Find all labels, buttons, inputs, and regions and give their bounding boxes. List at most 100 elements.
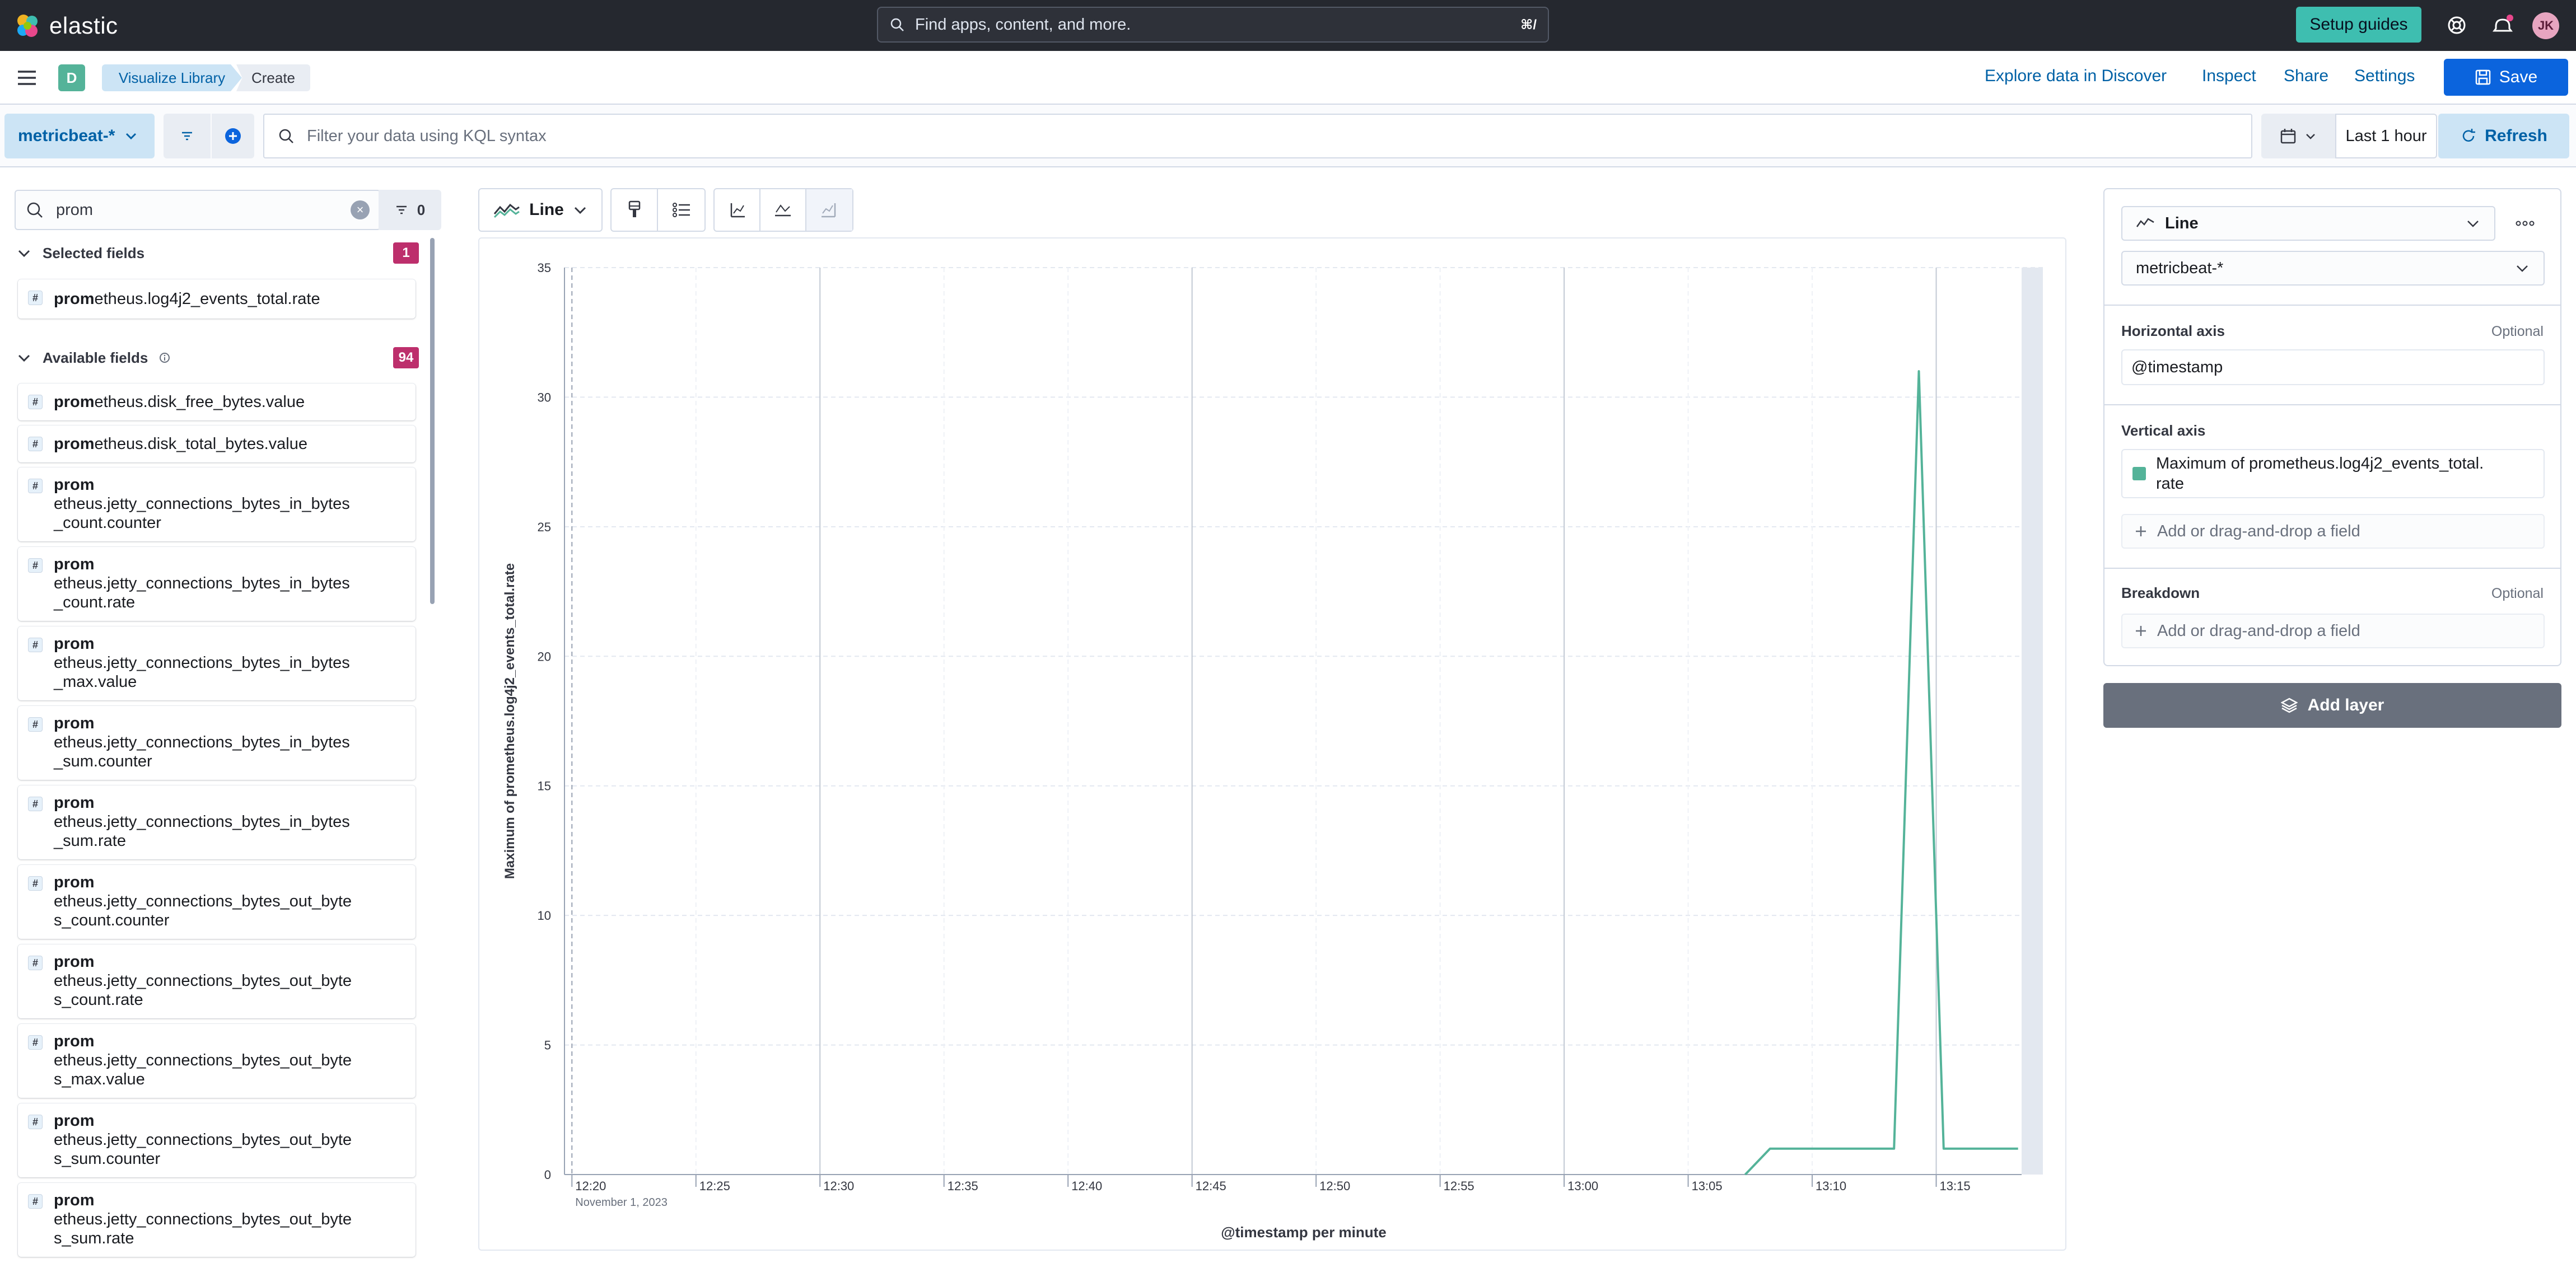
refresh-button[interactable]: Refresh — [2438, 114, 2569, 158]
field-item[interactable]: # prom etheus.jetty_connections_bytes_out… — [18, 1024, 416, 1098]
number-type-icon: # — [28, 1035, 43, 1050]
field-name: prom etheus.jetty_connections_bytes_in_by… — [54, 476, 350, 532]
layer-actions-button[interactable] — [2505, 209, 2545, 237]
y-tick-label: 0 — [544, 1168, 551, 1182]
layer-data-view-select[interactable]: metricbeat-* — [2121, 251, 2545, 286]
field-item[interactable]: # prom etheus.jetty_connections_bytes_out… — [18, 865, 416, 939]
horizontal-axis-dimension[interactable]: @timestamp — [2121, 349, 2545, 385]
data-view-picker[interactable]: metricbeat-* — [4, 114, 155, 158]
field-list-scrollbar[interactable] — [430, 238, 435, 604]
number-type-icon: # — [28, 1115, 43, 1129]
field-item[interactable]: # prometheus.disk_total_bytes.value — [18, 425, 416, 462]
divider — [2104, 305, 2560, 306]
more-icon — [2516, 221, 2535, 226]
y-axis-title: Maximum of prometheus.log4j2_events_tota… — [502, 563, 517, 879]
data-view-label: metricbeat-* — [18, 127, 115, 145]
share-link[interactable]: Share — [2284, 67, 2328, 86]
space-avatar[interactable]: D — [58, 64, 85, 91]
quick-select-button[interactable] — [2261, 114, 2335, 158]
settings-link[interactable]: Settings — [2354, 67, 2415, 86]
field-item[interactable]: # prom etheus.jetty_connections_bytes_in_… — [18, 547, 416, 621]
add-layer-button[interactable]: Add layer — [2103, 683, 2561, 728]
selected-count-badge: 1 — [393, 242, 419, 264]
style-legend-group — [610, 188, 706, 232]
field-item[interactable]: # prom etheus.jetty_connections_bytes_out… — [18, 944, 416, 1018]
legend-options-button[interactable] — [658, 189, 704, 231]
x-axis-title: @timestamp per minute — [1221, 1224, 1387, 1241]
vertical-axis-value: Maximum of prometheus.log4j2_events_tota… — [2156, 455, 2484, 493]
available-fields-toggle[interactable]: Available fields — [17, 347, 170, 369]
line-chart[interactable]: 0 5 10 15 20 25 30 35 12:20 12:25 12:30 12:35 12:40 1… — [479, 238, 2065, 1250]
user-avatar[interactable]: JK — [2532, 12, 2559, 39]
bottom-axis-button[interactable] — [760, 189, 806, 231]
help-icon[interactable] — [2445, 13, 2468, 37]
axis-options-group — [713, 188, 853, 232]
vertical-axis-label: Vertical axis — [2121, 422, 2206, 439]
time-range-display[interactable]: Last 1 hour — [2335, 114, 2437, 158]
add-field-label: Add or drag-and-drop a field — [2157, 621, 2360, 640]
field-name: prom etheus.jetty_connections_bytes_in_by… — [54, 794, 350, 850]
chevron-down-icon — [574, 207, 586, 214]
vertical-axis-add-field[interactable]: Add or drag-and-drop a field — [2121, 514, 2545, 549]
field-item[interactable]: # prom etheus.jetty_connections_bytes_out… — [18, 1183, 416, 1257]
explore-in-discover-link[interactable]: Explore data in Discover — [1985, 67, 2167, 86]
elastic-home-link[interactable]: elastic — [13, 10, 118, 41]
vertical-axis-dimension[interactable]: Maximum of prometheus.log4j2_events_tota… — [2121, 449, 2545, 498]
search-icon — [279, 129, 293, 143]
add-layer-label: Add layer — [2307, 696, 2384, 714]
field-item-selected[interactable]: # prometheus.log4j2_events_total.rate — [18, 279, 416, 319]
selected-fields-toggle[interactable]: Selected fields — [17, 242, 144, 264]
field-item[interactable]: # prom etheus.jetty_connections_bytes_in_… — [18, 706, 416, 780]
breakdown-add-field[interactable]: Add or drag-and-drop a field — [2121, 614, 2545, 648]
setup-guides-button[interactable]: Setup guides — [2296, 7, 2421, 43]
number-type-icon: # — [28, 479, 43, 493]
number-type-icon: # — [28, 437, 43, 451]
kql-query-input[interactable]: Filter your data using KQL syntax — [263, 114, 2252, 158]
elastic-logo-icon — [17, 15, 38, 37]
chevron-down-icon — [18, 250, 30, 258]
breadcrumb-create: Create — [236, 64, 310, 91]
left-axis-button[interactable] — [715, 189, 760, 231]
x-tick-label: 12:35 — [948, 1179, 978, 1193]
line-chart-icon — [494, 203, 520, 218]
field-name: prometheus.disk_total_bytes.value — [54, 435, 307, 453]
right-axis-button[interactable] — [806, 189, 852, 231]
visual-options-button[interactable] — [612, 189, 659, 231]
menu-toggle-button[interactable] — [17, 68, 37, 88]
number-type-icon: # — [28, 291, 43, 305]
series-color-swatch[interactable] — [2132, 467, 2146, 480]
field-item[interactable]: # prom etheus.jetty_connections_bytes_in_… — [18, 467, 416, 541]
field-item[interactable]: # prometheus.disk_free_bytes.value — [18, 383, 416, 420]
y-tick-label: 5 — [544, 1039, 551, 1052]
info-icon[interactable] — [159, 352, 170, 363]
filter-menu-button[interactable] — [164, 114, 211, 158]
field-item[interactable]: # prom etheus.jetty_connections_bytes_out… — [18, 1103, 416, 1177]
number-type-icon: # — [28, 395, 43, 409]
save-button[interactable]: Save — [2444, 59, 2568, 96]
inspect-link[interactable]: Inspect — [2202, 67, 2256, 86]
field-name: prometheus.log4j2_events_total.rate — [54, 290, 320, 308]
field-item[interactable]: # prom etheus.jetty_connections_bytes_in_… — [18, 626, 416, 700]
field-name: prom etheus.jetty_connections_bytes_in_by… — [54, 635, 350, 691]
clear-search-icon[interactable]: × — [351, 200, 370, 219]
breadcrumb-visualize-library[interactable]: Visualize Library — [102, 64, 242, 91]
layer-chart-type-select[interactable]: Line — [2121, 206, 2495, 241]
field-item[interactable]: # prom etheus.jetty_connections_bytes_in_… — [18, 785, 416, 859]
add-filter-button[interactable] — [212, 114, 254, 158]
newsfeed-icon[interactable] — [2491, 13, 2514, 37]
line-chart-icon — [2136, 218, 2154, 227]
x-axis-date-label: November 1, 2023 — [575, 1196, 668, 1209]
chevron-down-icon — [2306, 134, 2315, 139]
chart-type-label: Line — [529, 200, 564, 219]
field-type-filter-button[interactable]: 0 — [379, 190, 441, 230]
chart-bands — [2022, 268, 2043, 1175]
chart-type-switcher[interactable]: Line — [478, 188, 603, 232]
chevron-down-icon — [126, 133, 137, 140]
y-tick-label: 25 — [538, 520, 551, 534]
x-tick-label: 13:05 — [1692, 1179, 1723, 1193]
search-icon — [27, 202, 43, 218]
field-search-input[interactable]: prom × — [15, 190, 381, 230]
y-tick-label: 10 — [538, 909, 551, 923]
global-search-input[interactable]: Find apps, content, and more. ⌘/ — [877, 7, 1549, 43]
divider — [2104, 568, 2560, 569]
